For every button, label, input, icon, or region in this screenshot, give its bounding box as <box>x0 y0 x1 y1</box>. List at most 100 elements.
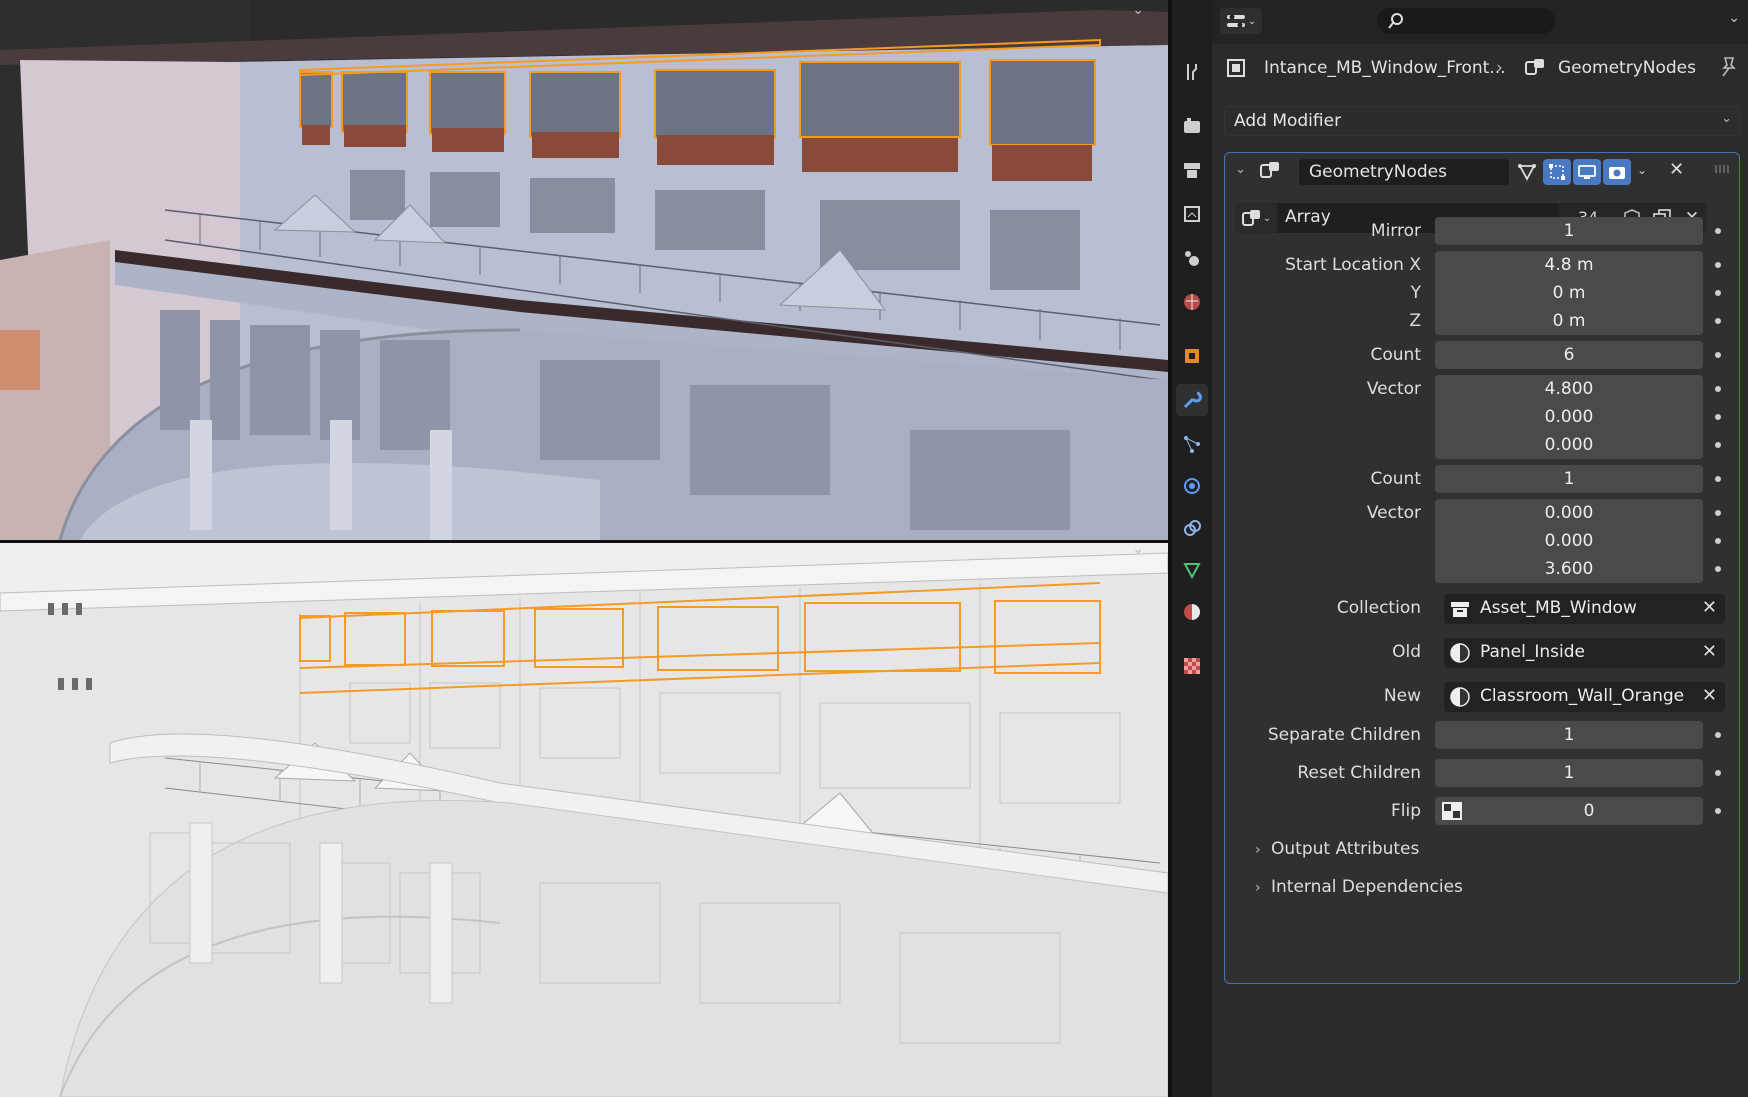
editor-type-button[interactable]: ⌄ <box>1220 8 1262 34</box>
modifier-header: ⌄ GeometryNodes ⌄ ✕ <box>1225 153 1739 189</box>
data-icon[interactable] <box>1176 554 1208 586</box>
param-flip: Flip 0 <box>1225 797 1741 825</box>
param-label: Flip <box>1390 801 1421 821</box>
properties-header: ⌄ ⌄ <box>1212 0 1748 44</box>
modifier-menu-chevron-icon[interactable]: ⌄ <box>1637 163 1647 177</box>
on-cage-toggle-icon[interactable] <box>1543 159 1571 185</box>
render-toggle-icon[interactable] <box>1603 159 1631 185</box>
collection-icon <box>1451 602 1469 617</box>
collapse-chevron-icon[interactable]: ⌄ <box>1235 162 1246 177</box>
object-icon[interactable] <box>1176 340 1208 372</box>
subpanel-label: Internal Dependencies <box>1271 877 1463 897</box>
modifier-name-field[interactable]: GeometryNodes <box>1299 159 1509 185</box>
param-label: New <box>1383 686 1421 706</box>
param-start-y: Y 0 m <box>1225 279 1741 307</box>
keyframe-dot-icon[interactable] <box>1715 510 1721 516</box>
breadcrumb-separator-icon: › <box>1496 58 1503 78</box>
modifier-panel: ⌄ GeometryNodes ⌄ ✕ ⌄ Array 34 ✕ Mirror <box>1224 152 1740 984</box>
edit-mode-toggle-icon[interactable] <box>1513 159 1541 185</box>
view-layer-icon[interactable] <box>1176 198 1208 230</box>
viewport-header-toggle-icon[interactable]: ⌄ <box>1132 543 1144 557</box>
viewport-top-rendered[interactable]: ⌄ <box>0 0 1168 540</box>
param-separate-children: Separate Children 1 <box>1225 721 1741 749</box>
keyframe-dot-icon[interactable] <box>1715 442 1721 448</box>
param-vector-2-z: 3.600 <box>1225 555 1741 583</box>
keyframe-dot-icon[interactable] <box>1715 262 1721 268</box>
keyframe-dot-icon[interactable] <box>1715 228 1721 234</box>
param-label: Vector <box>1366 379 1421 399</box>
vector-1-z-field[interactable]: 0.000 <box>1435 431 1703 459</box>
properties-editor-icon <box>1226 14 1245 28</box>
start-location-y-field[interactable]: 0 m <box>1435 279 1703 307</box>
building-solid-bottom <box>0 543 1168 1097</box>
internal-dependencies-subpanel[interactable]: › Internal Dependencies <box>1255 877 1463 897</box>
clear-old-material-icon[interactable]: ✕ <box>1702 641 1717 662</box>
chevron-down-icon: ⌄ <box>1721 111 1732 126</box>
keyframe-dot-icon[interactable] <box>1715 538 1721 544</box>
keyframe-dot-icon[interactable] <box>1715 566 1721 572</box>
vector-2-x-field[interactable]: 0.000 <box>1435 499 1703 527</box>
properties-tab-bar <box>1172 0 1212 1097</box>
keyframe-dot-icon[interactable] <box>1715 352 1721 358</box>
separate-children-field[interactable]: 1 <box>1435 721 1703 749</box>
start-location-z-field[interactable]: 0 m <box>1435 307 1703 335</box>
building-render-top <box>0 0 1168 540</box>
render-icon[interactable] <box>1176 110 1208 142</box>
keyframe-dot-icon[interactable] <box>1715 318 1721 324</box>
add-modifier-dropdown[interactable]: Add Modifier ⌄ <box>1224 106 1740 136</box>
options-chevron-icon[interactable]: ⌄ <box>1728 10 1740 26</box>
reset-children-field[interactable]: 1 <box>1435 759 1703 787</box>
param-label: Count <box>1370 469 1422 489</box>
scene-icon[interactable] <box>1176 242 1208 274</box>
keyframe-dot-icon[interactable] <box>1715 808 1721 814</box>
viewport-header-toggle-icon[interactable]: ⌄ <box>1132 2 1144 18</box>
search-field[interactable] <box>1377 8 1555 34</box>
keyframe-dot-icon[interactable] <box>1715 290 1721 296</box>
param-reset-children: Reset Children 1 <box>1225 759 1741 787</box>
output-icon[interactable] <box>1176 154 1208 186</box>
mirror-field[interactable]: 1 <box>1435 217 1703 245</box>
pin-icon[interactable] <box>1718 56 1738 78</box>
world-icon[interactable] <box>1176 286 1208 318</box>
count-2-field[interactable]: 1 <box>1435 465 1703 493</box>
modifier-name-text: GeometryNodes <box>1309 162 1447 182</box>
param-start-z: Z 0 m <box>1225 307 1741 335</box>
vector-1-y-field[interactable]: 0.000 <box>1435 403 1703 431</box>
vector-2-z-field[interactable]: 3.600 <box>1435 555 1703 583</box>
flip-field[interactable]: 0 <box>1435 797 1703 825</box>
texture-icon[interactable] <box>1176 650 1208 682</box>
constraints-icon[interactable] <box>1176 512 1208 544</box>
keyframe-dot-icon[interactable] <box>1715 476 1721 482</box>
keyframe-dot-icon[interactable] <box>1715 732 1721 738</box>
param-count-1: Count 6 <box>1225 341 1741 369</box>
tool-icon[interactable] <box>1176 56 1208 88</box>
vector-1-x-field[interactable]: 4.800 <box>1435 375 1703 403</box>
clear-collection-icon[interactable]: ✕ <box>1702 597 1717 618</box>
remove-modifier-icon[interactable]: ✕ <box>1669 159 1684 180</box>
count-1-field[interactable]: 6 <box>1435 341 1703 369</box>
modifier-icon[interactable] <box>1176 384 1208 416</box>
output-attributes-subpanel[interactable]: › Output Attributes <box>1255 839 1419 859</box>
vector-2-y-field[interactable]: 0.000 <box>1435 527 1703 555</box>
param-old-material: Old Panel_Inside ✕ <box>1225 638 1741 668</box>
old-material-picker[interactable]: Panel_Inside ✕ <box>1444 638 1725 668</box>
physics-icon[interactable] <box>1176 470 1208 502</box>
drag-handle-icon[interactable] <box>1715 165 1729 173</box>
clear-new-material-icon[interactable]: ✕ <box>1702 685 1717 706</box>
collection-picker[interactable]: Asset_MB_Window ✕ <box>1444 594 1725 624</box>
new-material-picker[interactable]: Classroom_Wall_Orange ✕ <box>1444 682 1725 712</box>
material-icon[interactable] <box>1176 596 1208 628</box>
new-material-name: Classroom_Wall_Orange <box>1480 686 1685 706</box>
param-vector-2-x: Vector 0.000 <box>1225 499 1741 527</box>
viewport-bottom-solid[interactable]: ⌄ <box>0 543 1168 1097</box>
keyframe-dot-icon[interactable] <box>1715 770 1721 776</box>
start-location-x-field[interactable]: 4.8 m <box>1435 251 1703 279</box>
attribute-toggle-icon[interactable] <box>1441 801 1463 821</box>
keyframe-dot-icon[interactable] <box>1715 414 1721 420</box>
param-vector-1-y: 0.000 <box>1225 403 1741 431</box>
particles-icon[interactable] <box>1176 428 1208 460</box>
geometry-nodes-icon <box>1260 162 1279 178</box>
keyframe-dot-icon[interactable] <box>1715 386 1721 392</box>
viewport-display-toggle-icon[interactable] <box>1573 159 1601 185</box>
param-label: Count <box>1370 345 1422 365</box>
